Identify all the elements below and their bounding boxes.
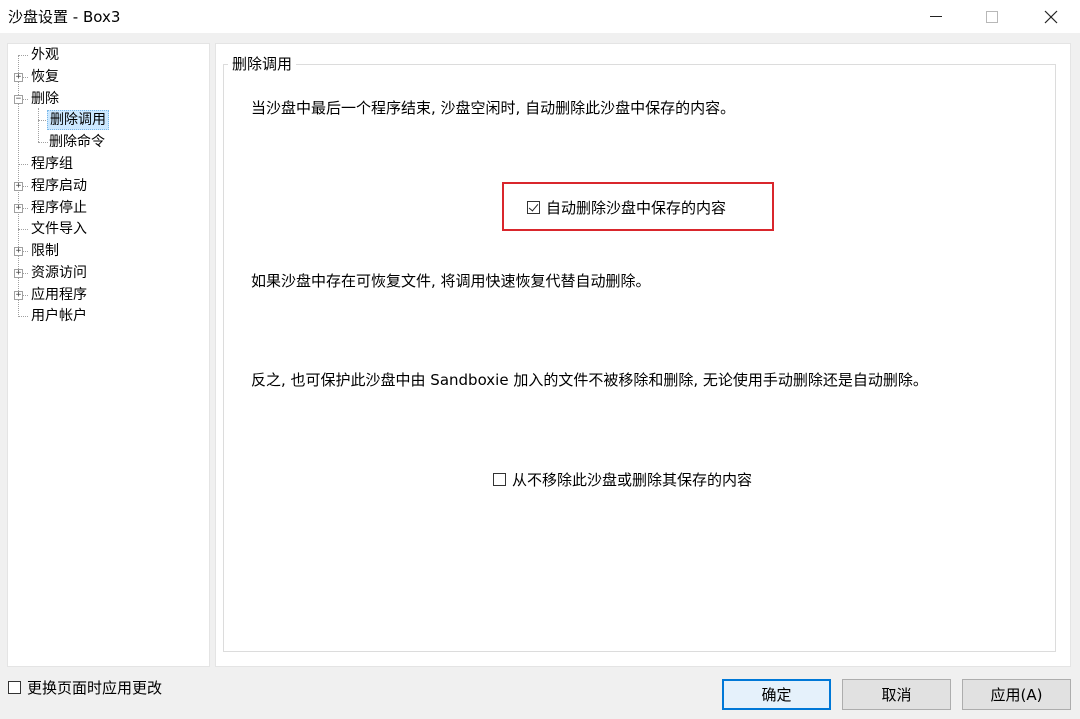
tree-item-user-accounts[interactable]: 用户帐户 — [29, 306, 89, 326]
expand-plus-icon[interactable]: + — [14, 73, 23, 82]
tree-item-label: 恢复 — [31, 69, 59, 85]
checkbox-checked-icon — [527, 201, 540, 214]
apply-on-switch-checkbox[interactable]: 更换页面时应用更改 — [8, 677, 162, 698]
tree-item-restrictions[interactable]: 限制 — [29, 241, 61, 261]
tree-connector — [18, 164, 28, 165]
close-button[interactable] — [1028, 0, 1074, 33]
tree-item-label: 删除命令 — [49, 134, 105, 150]
tree-connector — [18, 316, 28, 317]
delete-invocation-group — [223, 64, 1056, 652]
expand-plus-icon[interactable]: + — [14, 182, 23, 191]
auto-delete-checkbox-label: 自动删除沙盘中保存的内容 — [546, 199, 727, 217]
never-delete-checkbox-label: 从不移除此沙盘或删除其保存的内容 — [512, 471, 753, 489]
tree-item-label: 应用程序 — [31, 287, 87, 303]
tree-item-label: 用户帐户 — [31, 308, 87, 324]
close-icon — [1044, 10, 1058, 23]
tree-item-label: 文件导入 — [31, 221, 87, 237]
minimize-button[interactable] — [913, 0, 959, 33]
tree-connector — [23, 208, 28, 209]
maximize-icon — [986, 10, 998, 23]
tree-item-label: 程序组 — [31, 156, 73, 172]
minimize-icon — [930, 16, 942, 17]
tree-item-label: 程序启动 — [31, 178, 87, 194]
tree-connector — [38, 108, 39, 142]
never-delete-checkbox[interactable]: 从不移除此沙盘或删除其保存的内容 — [493, 469, 752, 490]
tree-item-program-stop[interactable]: 程序停止 — [29, 198, 89, 218]
expand-plus-icon[interactable]: + — [14, 204, 23, 213]
apply-on-switch-checkbox-label: 更换页面时应用更改 — [27, 679, 163, 697]
tree-item-delete-command[interactable]: 删除命令 — [47, 132, 107, 152]
tree-item-file-migration[interactable]: 文件导入 — [29, 219, 89, 239]
tree-item-delete[interactable]: 删除 — [29, 89, 61, 109]
description-auto-delete: 当沙盘中最后一个程序结束, 沙盘空闲时, 自动删除此沙盘中保存的内容。 — [251, 99, 736, 117]
tree-item-label: 资源访问 — [31, 265, 87, 281]
tree-item-label: 外观 — [31, 47, 59, 63]
tree-connector — [23, 186, 28, 187]
expand-plus-icon[interactable]: + — [14, 269, 23, 278]
tree-item-applications[interactable]: 应用程序 — [29, 285, 89, 305]
tree-item-label: 限制 — [31, 243, 59, 259]
expand-plus-icon[interactable]: + — [14, 247, 23, 256]
group-title: 删除调用 — [228, 53, 297, 74]
checkbox-unchecked-icon — [493, 473, 506, 486]
cancel-button[interactable]: 取消 — [842, 679, 951, 710]
tree-item-label: 删除 — [31, 91, 59, 107]
tree-connector — [23, 99, 28, 100]
ok-button[interactable]: 确定 — [722, 679, 831, 710]
tree-item-recovery[interactable]: 恢复 — [29, 67, 61, 87]
apply-button[interactable]: 应用(A) — [962, 679, 1071, 710]
tree-item-appearance[interactable]: 外观 — [29, 45, 61, 65]
collapse-minus-icon[interactable]: − — [14, 95, 23, 104]
tree-connector — [18, 229, 28, 230]
tree-connector — [23, 295, 28, 296]
tree-connector — [18, 55, 28, 56]
tree-item-program-groups[interactable]: 程序组 — [29, 154, 75, 174]
tree-item-delete-invocation[interactable]: 删除调用 — [47, 110, 109, 130]
checkbox-unchecked-icon — [8, 681, 21, 694]
auto-delete-checkbox[interactable]: 自动删除沙盘中保存的内容 — [527, 197, 726, 218]
maximize-button[interactable] — [969, 0, 1015, 33]
tree-item-resource-access[interactable]: 资源访问 — [29, 263, 89, 283]
tree-connector — [23, 273, 28, 274]
window-title: 沙盘设置 - Box3 — [8, 8, 121, 26]
expand-plus-icon[interactable]: + — [14, 291, 23, 300]
tree-item-program-start[interactable]: 程序启动 — [29, 176, 89, 196]
tree-item-label: 删除调用 — [47, 110, 109, 130]
description-quick-recovery: 如果沙盘中存在可恢复文件, 将调用快速恢复代替自动删除。 — [251, 272, 651, 290]
tree-connector — [23, 251, 28, 252]
tree-item-label: 程序停止 — [31, 200, 87, 216]
title-bar: 沙盘设置 - Box3 — [0, 0, 1080, 33]
description-protect-files: 反之, 也可保护此沙盘中由 Sandboxie 加入的文件不被移除和删除, 无论… — [251, 371, 928, 389]
tree-connector — [23, 77, 28, 78]
